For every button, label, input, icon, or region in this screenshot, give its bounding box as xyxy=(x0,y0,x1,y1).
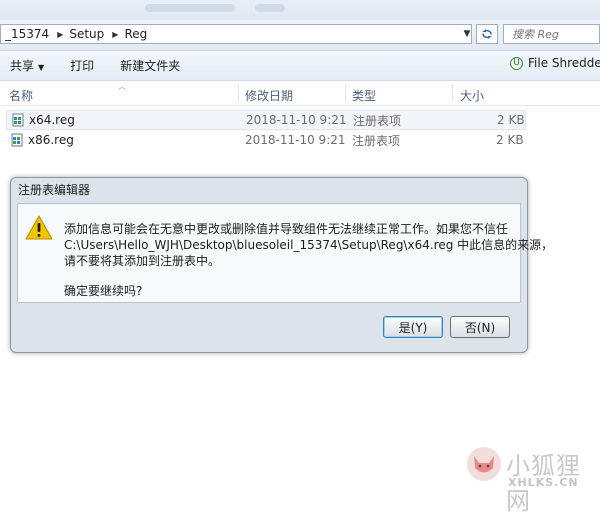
column-divider[interactable] xyxy=(452,84,453,102)
yes-button[interactable]: 是(Y) xyxy=(383,316,443,338)
file-size: 2 KB xyxy=(497,113,525,127)
search-box[interactable] xyxy=(503,24,600,44)
dialog-question: 确定要继续吗? xyxy=(64,284,143,298)
share-label: 共享 xyxy=(10,59,35,73)
search-input[interactable] xyxy=(512,27,572,41)
new-folder-button[interactable]: 新建文件夹 xyxy=(104,57,190,74)
share-button[interactable]: 共享 ▼ xyxy=(0,57,54,74)
dialog-message-path: C:\Users\Hello_WJH\Desktop\bluesoleil_15… xyxy=(64,238,554,252)
column-modified[interactable]: 修改日期 xyxy=(245,87,293,104)
warning-icon xyxy=(25,215,53,240)
refresh-button[interactable] xyxy=(476,24,498,44)
file-size: 2 KB xyxy=(496,133,524,147)
file-row-x64[interactable]: x64.reg 2018-11-10 9:21 注册表项 2 KB xyxy=(6,110,526,130)
print-button[interactable]: 打印 xyxy=(54,57,104,74)
reg-file-icon xyxy=(11,133,23,147)
no-button[interactable]: 否(N) xyxy=(450,316,510,338)
dialog-message-line: 添加信息可能会在无意中更改或删除值并导致组件无法继续正常工作。如果您不信任 xyxy=(64,222,509,236)
file-row-x86[interactable]: x86.reg 2018-11-10 9:21 注册表项 2 KB xyxy=(6,130,526,150)
chevron-down-icon: ▼ xyxy=(38,63,45,72)
shredder-icon: U xyxy=(510,56,523,70)
dialog-title: 注册表编辑器 xyxy=(18,183,91,197)
column-header: 名称 修改日期 类型 大小 xyxy=(0,81,600,106)
dialog-message-line: 请不要将其添加到注册表中。 xyxy=(64,254,221,268)
refresh-icon xyxy=(482,29,492,39)
column-name[interactable]: 名称 xyxy=(9,87,33,104)
address-bar[interactable]: _15374 ▶ Setup ▶ Reg xyxy=(0,24,472,44)
file-shredder-button[interactable]: U File Shredder xyxy=(510,56,600,70)
sort-indicator-icon: ︿ xyxy=(118,82,126,91)
column-divider[interactable] xyxy=(345,84,346,102)
fox-logo-icon xyxy=(467,447,501,481)
breadcrumb-separator-icon[interactable]: ▶ xyxy=(110,30,120,39)
watermark-domain: XHLKS.CN xyxy=(508,476,579,489)
file-type: 注册表项 xyxy=(352,133,401,148)
column-type[interactable]: 类型 xyxy=(352,87,376,104)
address-dropdown-icon[interactable]: ▼ xyxy=(462,29,472,39)
column-size[interactable]: 大小 xyxy=(460,87,484,104)
file-name: x86.reg xyxy=(28,133,74,147)
file-name: x64.reg xyxy=(29,113,75,127)
file-modified: 2018-11-10 9:21 xyxy=(245,133,346,147)
breadcrumb-item[interactable]: Setup xyxy=(65,27,110,41)
breadcrumb-item[interactable]: _15374 xyxy=(1,27,55,41)
column-divider[interactable] xyxy=(238,84,239,102)
window-top-strip xyxy=(0,0,600,20)
file-modified: 2018-11-10 9:21 xyxy=(246,113,347,127)
file-type: 注册表项 xyxy=(353,113,402,128)
reg-file-icon xyxy=(12,113,24,127)
breadcrumb-item[interactable]: Reg xyxy=(120,27,153,41)
breadcrumb-separator-icon[interactable]: ▶ xyxy=(55,30,65,39)
file-shredder-label: File Shredder xyxy=(528,56,600,70)
